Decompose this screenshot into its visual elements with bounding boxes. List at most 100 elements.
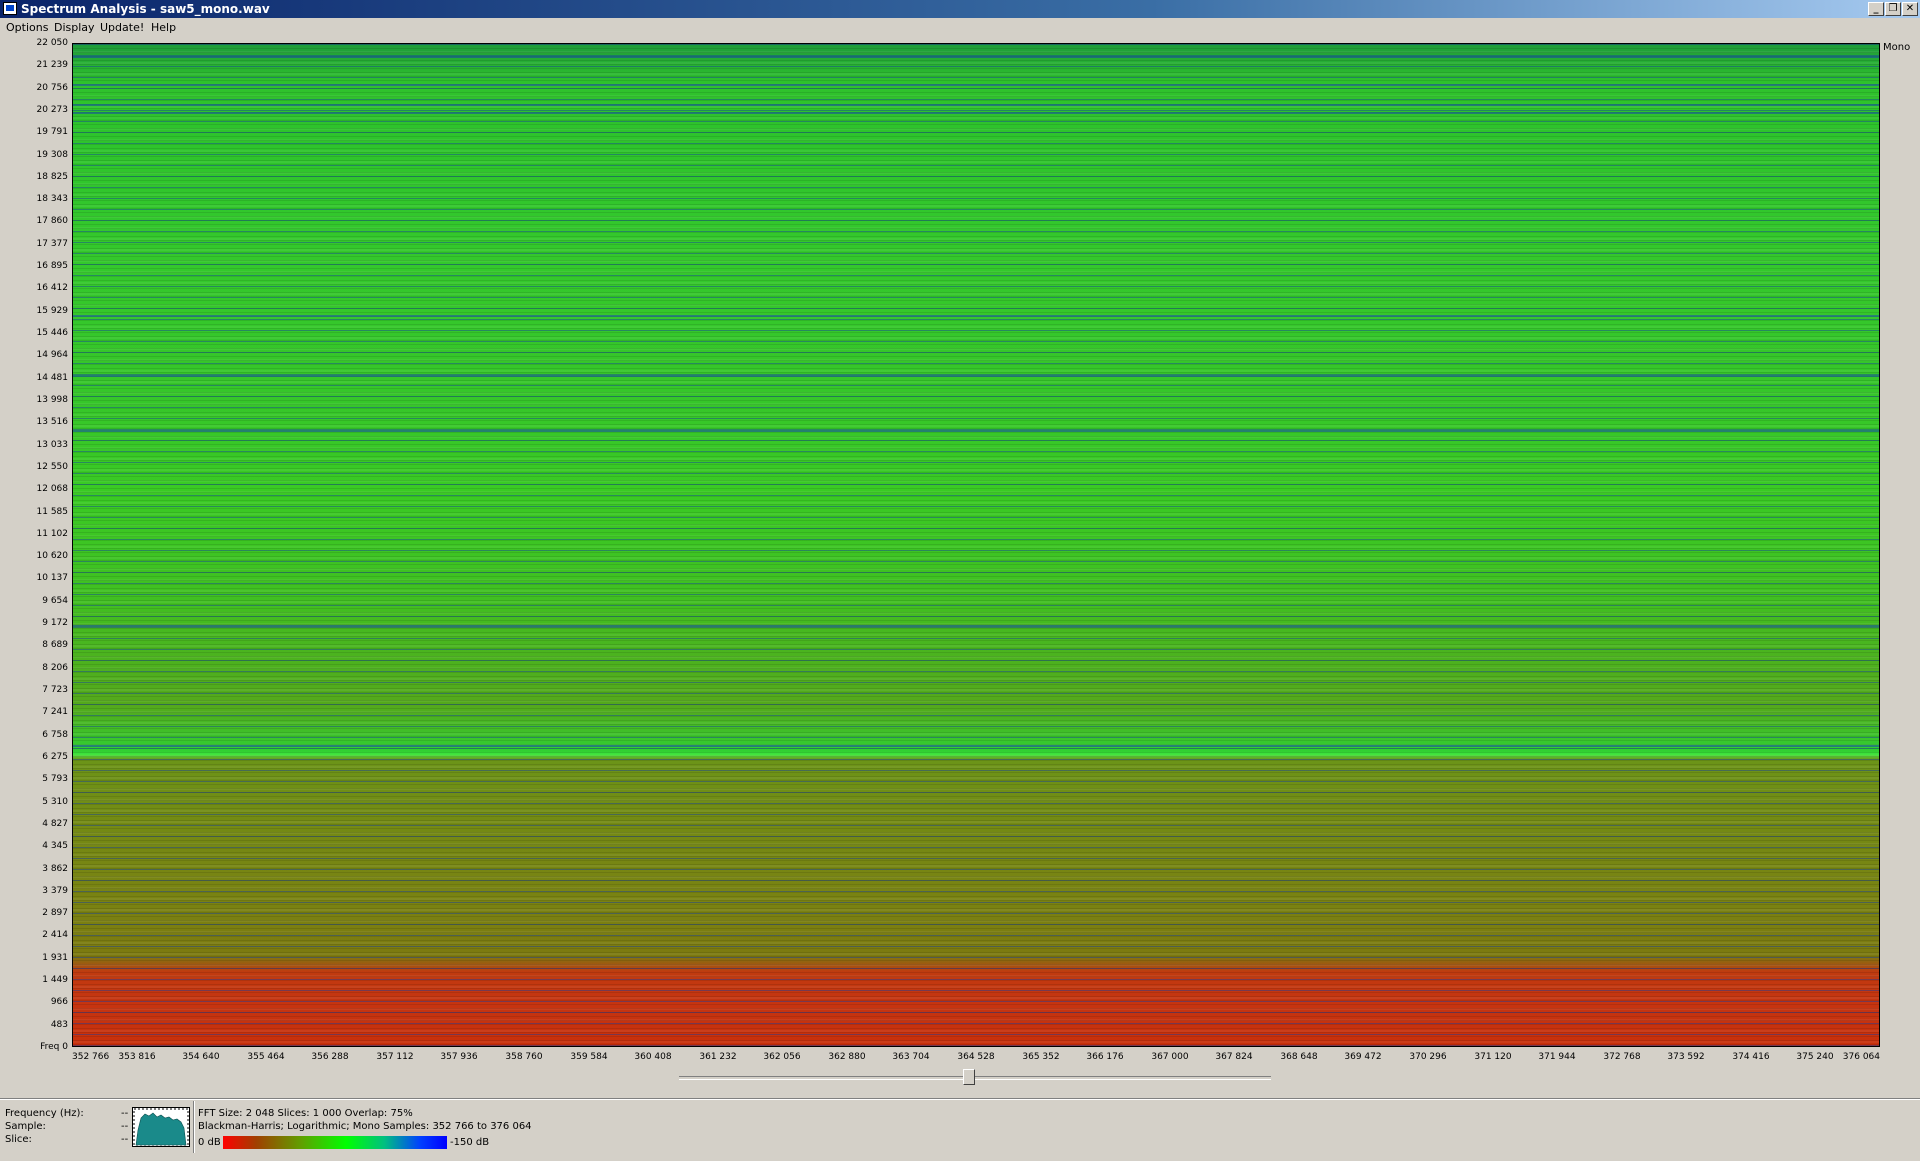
y-tick-label: 12 068 xyxy=(36,484,69,494)
y-tick-label: 6 758 xyxy=(42,730,68,740)
close-button[interactable]: ✕ xyxy=(1902,2,1918,16)
color-scale-min: 0 dB xyxy=(198,1137,221,1148)
y-tick-label: 6 275 xyxy=(42,752,68,762)
y-tick-label: 13 516 xyxy=(36,417,69,427)
menu-update[interactable]: Update! xyxy=(99,18,145,37)
y-tick-label: 19 308 xyxy=(36,150,69,160)
restore-button[interactable]: ❐ xyxy=(1885,2,1901,16)
spectrogram-band xyxy=(73,745,1879,747)
x-tick-label: 365 352 xyxy=(1022,1052,1060,1062)
sample-label: Sample: xyxy=(5,1121,46,1132)
y-tick-label: 17 860 xyxy=(36,216,69,226)
sample-value: -- xyxy=(121,1121,129,1132)
color-scale-bar xyxy=(223,1136,447,1149)
spectrogram-band xyxy=(73,84,1879,86)
scroll-slider-track[interactable] xyxy=(679,1076,1271,1080)
y-tick-label: 20 273 xyxy=(36,105,69,115)
y-tick-label: 10 137 xyxy=(36,573,69,583)
x-tick-label: 366 176 xyxy=(1086,1052,1124,1062)
spectrogram-band xyxy=(73,104,1879,106)
y-tick-label: 8 206 xyxy=(42,663,68,673)
y-tick-label: 13 998 xyxy=(36,395,69,405)
spectrogram-band xyxy=(73,625,1879,627)
y-tick-label: 966 xyxy=(50,997,68,1007)
x-tick-label: 371 944 xyxy=(1538,1052,1576,1062)
y-tick-label: 14 481 xyxy=(36,373,69,383)
x-tick-label: 367 000 xyxy=(1151,1052,1189,1062)
y-tick-label: 3 379 xyxy=(42,886,68,896)
x-tick-label: 364 528 xyxy=(957,1052,995,1062)
slice-value: -- xyxy=(121,1134,129,1145)
y-tick-label: 15 446 xyxy=(36,328,69,338)
y-tick-label: 7 241 xyxy=(42,707,68,717)
x-tick-label: 356 288 xyxy=(311,1052,349,1062)
y-tick-label: 8 689 xyxy=(42,640,68,650)
app-icon[interactable] xyxy=(3,2,17,15)
x-tick-label: 352 766 xyxy=(72,1052,110,1062)
y-tick-label: 1 449 xyxy=(42,975,68,985)
spectrogram-band xyxy=(73,56,1879,58)
channel-label: Mono xyxy=(1883,42,1911,53)
menu-help[interactable]: Help xyxy=(150,18,177,37)
menu-display[interactable]: Display xyxy=(53,18,96,37)
y-tick-label: 13 033 xyxy=(36,440,69,450)
menu-options[interactable]: Options xyxy=(5,18,49,37)
y-tick-label: 20 756 xyxy=(36,83,69,93)
window-title: Spectrum Analysis - saw5_mono.wav xyxy=(21,2,270,16)
x-tick-label: 368 648 xyxy=(1280,1052,1318,1062)
y-tick-label: 2 414 xyxy=(42,930,68,940)
y-tick-label: 16 895 xyxy=(36,261,69,271)
status-divider xyxy=(193,1101,195,1153)
x-tick-label: 353 816 xyxy=(118,1052,156,1062)
x-tick-label: 373 592 xyxy=(1667,1052,1705,1062)
x-tick-label: 374 416 xyxy=(1732,1052,1770,1062)
spectrum-thumbnail[interactable] xyxy=(132,1107,190,1147)
y-tick-label: 22 050 xyxy=(36,38,69,48)
y-tick-label: 9 654 xyxy=(42,596,68,606)
color-scale-max: -150 dB xyxy=(450,1137,490,1148)
x-tick-label: 362 056 xyxy=(763,1052,801,1062)
x-tick-label: 367 824 xyxy=(1215,1052,1253,1062)
y-tick-label: 18 343 xyxy=(36,194,69,204)
x-tick-label: 369 472 xyxy=(1344,1052,1382,1062)
x-tick-label: 361 232 xyxy=(699,1052,737,1062)
x-tick-label: 370 296 xyxy=(1409,1052,1447,1062)
title-bar[interactable]: Spectrum Analysis - saw5_mono.wav _ ❐ ✕ xyxy=(0,0,1920,18)
x-tick-label: 363 704 xyxy=(892,1052,930,1062)
x-tick-label: 359 584 xyxy=(570,1052,608,1062)
y-tick-label: 4 827 xyxy=(42,819,68,829)
x-tick-label: 355 464 xyxy=(247,1052,285,1062)
y-tick-label: 19 791 xyxy=(36,127,69,137)
y-tick-label: 5 793 xyxy=(42,774,68,784)
frequency-value: -- xyxy=(121,1108,129,1119)
frequency-label: Frequency (Hz): xyxy=(5,1108,84,1119)
y-tick-label: 7 723 xyxy=(42,685,68,695)
spectrogram-band xyxy=(73,315,1879,317)
y-tick-label: 4 345 xyxy=(42,841,68,851)
x-tick-label: 362 880 xyxy=(828,1052,866,1062)
y-tick-label: 3 862 xyxy=(42,864,68,874)
y-tick-label: 12 550 xyxy=(36,462,69,472)
y-tick-label: 2 897 xyxy=(42,908,68,918)
y-tick-label: 17 377 xyxy=(36,239,69,249)
x-tick-label: 372 768 xyxy=(1603,1052,1641,1062)
x-tick-label: 354 640 xyxy=(182,1052,220,1062)
x-tick-label: 357 112 xyxy=(376,1052,414,1062)
y-tick-label: 14 964 xyxy=(36,350,69,360)
y-tick-label: 18 825 xyxy=(36,172,69,182)
x-tick-label: 371 120 xyxy=(1474,1052,1512,1062)
x-tick-label: 375 240 xyxy=(1796,1052,1834,1062)
spectrogram-plot[interactable] xyxy=(72,43,1880,1047)
y-tick-label: 10 620 xyxy=(36,551,69,561)
scroll-slider-thumb[interactable] xyxy=(963,1069,975,1085)
spectrogram-band xyxy=(73,112,1879,114)
minimize-button[interactable]: _ xyxy=(1868,2,1884,16)
y-tick-label: 9 172 xyxy=(42,618,68,628)
x-tick-label: 360 408 xyxy=(634,1052,672,1062)
y-tick-label: 15 929 xyxy=(36,306,69,316)
y-tick-label: 483 xyxy=(50,1020,68,1030)
slice-label: Slice: xyxy=(5,1134,32,1145)
fft-info: FFT Size: 2 048 Slices: 1 000 Overlap: 7… xyxy=(198,1108,413,1119)
y-tick-label: 5 310 xyxy=(42,797,68,807)
spectrogram-band xyxy=(73,375,1879,377)
